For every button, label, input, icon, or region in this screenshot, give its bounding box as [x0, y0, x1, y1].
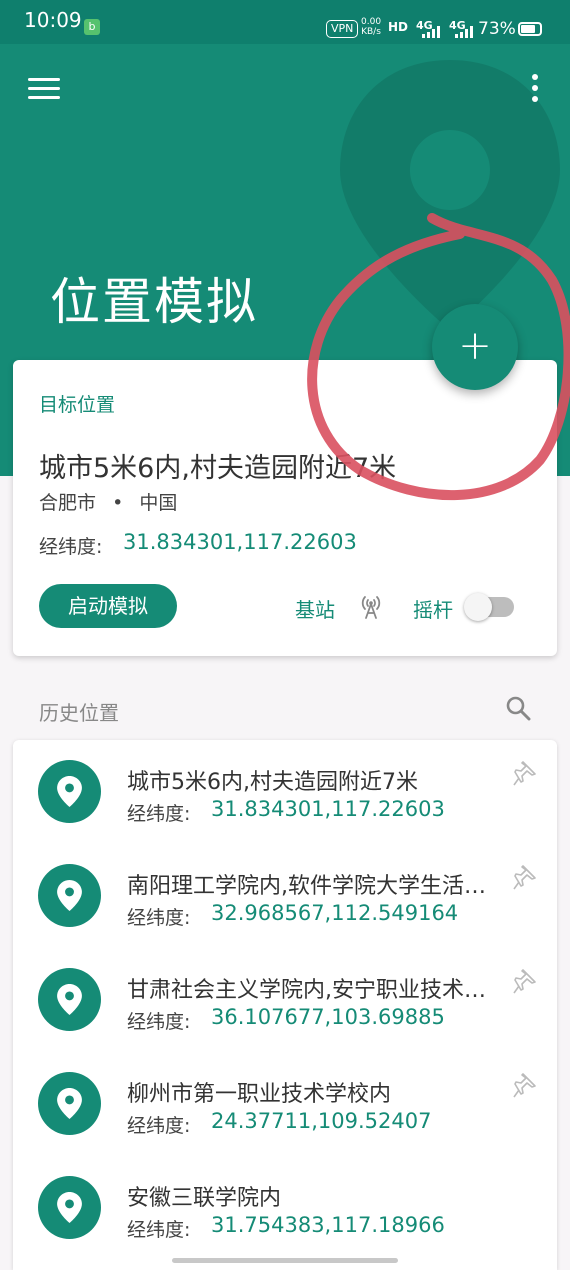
history-title: 历史位置: [39, 701, 119, 725]
cell-tower-icon[interactable]: [357, 592, 385, 620]
history-item-name: 南阳理工学院内,软件学院大学生活动中心: [127, 874, 493, 899]
joystick-label: 摇杆: [413, 598, 453, 622]
history-item-coord: 36.107677,103.69885: [211, 1005, 445, 1029]
network-speed-value: 0.00: [361, 17, 382, 27]
battery-icon: [518, 22, 542, 36]
history-item-name: 安徽三联学院内: [127, 1186, 282, 1211]
history-item-coord: 31.754383,117.18966: [211, 1213, 445, 1237]
target-location-region: 合肥市 • 中国: [39, 488, 177, 515]
history-item[interactable]: 柳州市第一职业技术学校内 经纬度: 24.37711,109.52407: [13, 1052, 557, 1156]
history-item-coord: 24.37711,109.52407: [211, 1109, 432, 1133]
history-item[interactable]: 安徽三联学院内 经纬度: 31.754383,117.18966: [13, 1156, 557, 1260]
location-pin-icon: [38, 1176, 101, 1239]
signal-2-icon: [455, 26, 473, 38]
target-coord-value: 31.834301,117.22603: [123, 530, 357, 554]
status-bar: 10:09 b VPN 0.00 KB/s HD 4G 4G 73%: [0, 0, 570, 44]
joystick-toggle[interactable]: [464, 593, 514, 621]
hd-icon: HD: [388, 20, 409, 34]
history-item-name: 甘肃社会主义学院内,安宁职业技术学院: [127, 978, 493, 1003]
target-country: 中国: [139, 492, 178, 514]
pushpin-icon[interactable]: [513, 1072, 537, 1098]
start-simulation-button[interactable]: 启动模拟: [39, 584, 177, 628]
target-location-card: 目标位置 城市5米6内,村夫造园附近7米 合肥市 • 中国 经纬度: 31.83…: [13, 360, 557, 656]
pushpin-icon[interactable]: [513, 760, 537, 786]
target-location-name: 城市5米6内,村夫造园附近7米: [39, 453, 397, 484]
hamburger-menu-icon[interactable]: [28, 78, 60, 100]
location-pin-icon: [38, 1072, 101, 1135]
status-time: 10:09: [24, 8, 82, 32]
history-item-name: 城市5米6内,村夫造园附近7米: [127, 770, 418, 795]
target-city: 合肥市: [39, 492, 97, 514]
location-pin-icon: [38, 968, 101, 1031]
history-list: 城市5米6内,村夫造园附近7米 经纬度: 31.834301,117.22603…: [13, 740, 557, 1270]
page-title: 位置模拟: [50, 273, 258, 331]
home-indicator[interactable]: [172, 1258, 398, 1263]
signal-1-icon: [422, 26, 440, 38]
history-item-coord: 32.968567,112.549164: [211, 901, 459, 925]
history-item-coord-label: 经纬度:: [127, 1219, 191, 1241]
history-item[interactable]: 城市5米6内,村夫造园附近7米 经纬度: 31.834301,117.22603: [13, 740, 557, 844]
history-item-coord-label: 经纬度:: [127, 1011, 191, 1033]
pushpin-icon[interactable]: [513, 864, 537, 890]
pushpin-icon[interactable]: [513, 968, 537, 994]
location-pin-icon: [38, 760, 101, 823]
history-item[interactable]: 甘肃社会主义学院内,安宁职业技术学院 经纬度: 36.107677,103.69…: [13, 948, 557, 1052]
region-separator: •: [112, 492, 124, 514]
target-location-label: 目标位置: [39, 394, 116, 416]
network-speed: 0.00 KB/s: [361, 17, 381, 37]
location-pin-icon: [38, 864, 101, 927]
history-item-coord-label: 经纬度:: [127, 803, 191, 825]
search-icon[interactable]: [505, 695, 531, 721]
vpn-icon: VPN: [326, 20, 359, 38]
battery-percent: 73%: [478, 19, 516, 39]
add-location-button[interactable]: +: [432, 304, 518, 390]
toggle-knob: [464, 593, 492, 621]
target-coord-label: 经纬度:: [39, 536, 103, 558]
more-vertical-icon[interactable]: [530, 74, 540, 104]
base-station-label[interactable]: 基站: [295, 594, 335, 623]
history-item-coord-label: 经纬度:: [127, 1115, 191, 1137]
history-item-name: 柳州市第一职业技术学校内: [127, 1082, 392, 1107]
history-item-coord: 31.834301,117.22603: [211, 797, 445, 821]
app-notification-icon: b: [84, 19, 100, 35]
history-item-coord-label: 经纬度:: [127, 907, 191, 929]
history-item[interactable]: 南阳理工学院内,软件学院大学生活动中心 经纬度: 32.968567,112.5…: [13, 844, 557, 948]
network-speed-unit: KB/s: [361, 27, 381, 37]
